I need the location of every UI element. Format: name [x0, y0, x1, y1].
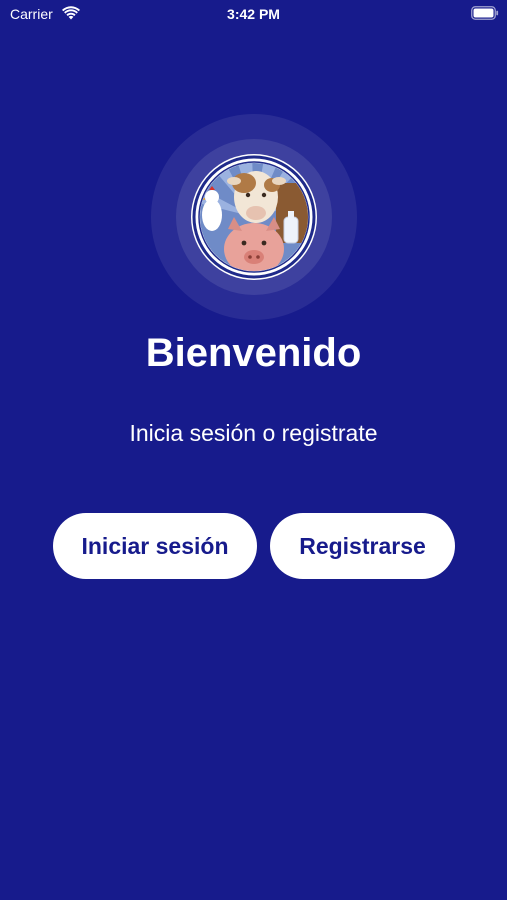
- login-button[interactable]: Iniciar sesión: [53, 513, 257, 579]
- clock-time: 3:42 PM: [227, 6, 280, 22]
- status-bar: Carrier 3:42 PM: [0, 0, 507, 28]
- welcome-title: Bienvenido: [145, 331, 362, 375]
- welcome-subtitle: Inicia sesión o registrate: [129, 420, 378, 446]
- farm-animals-logo: [190, 153, 318, 281]
- register-button[interactable]: Registrarse: [270, 513, 455, 579]
- battery-icon: [471, 6, 499, 20]
